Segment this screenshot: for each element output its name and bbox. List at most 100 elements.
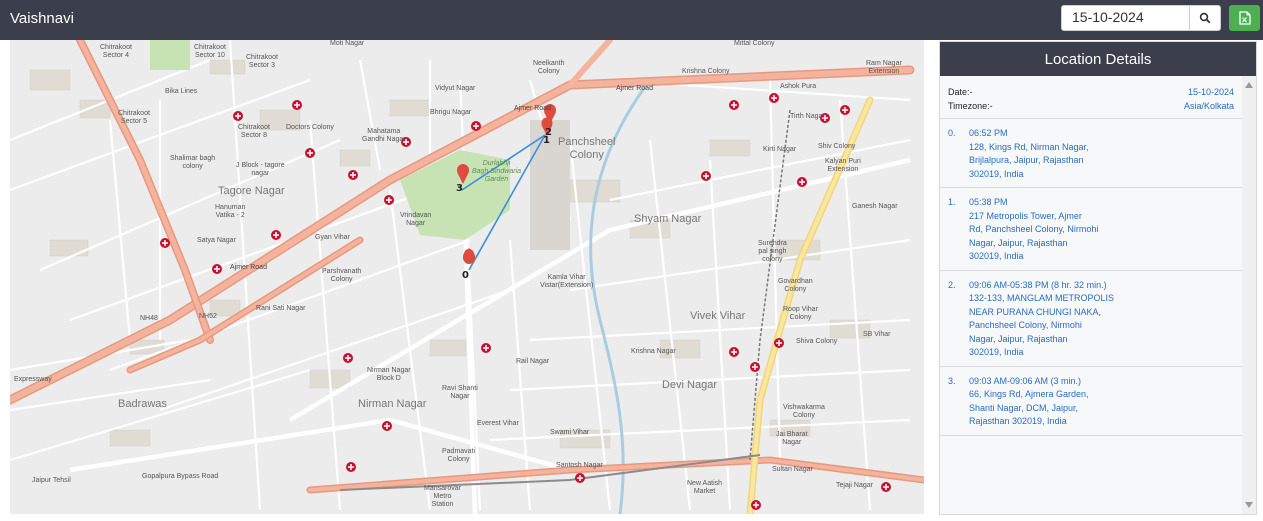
map-label: Kirti Nagar bbox=[763, 146, 797, 153]
search-button[interactable] bbox=[1189, 5, 1221, 31]
map-label: Hanuman Vatika - 2 bbox=[215, 204, 246, 220]
hospital-icon bbox=[305, 148, 315, 158]
map-label: Vidyut Nagar bbox=[435, 85, 476, 92]
map-label: Moti Nagar bbox=[330, 40, 365, 47]
map-label: Rani Sati Nagar bbox=[256, 305, 306, 312]
hospital-icon bbox=[729, 347, 739, 357]
map-label: Chitrakoot Sector 5 bbox=[118, 110, 150, 126]
map-label: Ravi Shanti Nagar bbox=[442, 385, 478, 401]
excel-export-icon bbox=[1238, 11, 1251, 25]
map-label: Shiv Colony bbox=[818, 143, 856, 150]
map-label: Ajmer Road bbox=[616, 85, 653, 92]
map-label: Vrindavan Nagar bbox=[400, 212, 432, 228]
location-entry[interactable]: 0. 06:52 PM 128, Kings Rd, Nirman Nagar,… bbox=[940, 119, 1242, 188]
map-label: Mittal Colony bbox=[734, 40, 775, 47]
hospital-icon bbox=[840, 105, 850, 115]
map-label: Nirman Nagar Block D bbox=[367, 367, 411, 383]
map-label: Bika Lines bbox=[165, 88, 198, 95]
panel-scrollbar[interactable] bbox=[1242, 76, 1256, 514]
hospital-icon bbox=[774, 338, 784, 348]
map-label: New Aatish Market bbox=[687, 480, 723, 496]
map-label: Chitrakoot Sector 4 bbox=[100, 44, 132, 60]
map-label: Sultan Nagar bbox=[772, 466, 813, 473]
map-label: Devi Nagar bbox=[662, 379, 718, 391]
hospital-icon bbox=[471, 121, 481, 131]
entry-number: 2. bbox=[948, 279, 956, 290]
map-label: Ashok Pura bbox=[780, 83, 817, 90]
hospital-icon bbox=[750, 362, 760, 372]
map-label: Vishwakarma Colony bbox=[783, 404, 825, 420]
map-label: Kalyan Puri Extension bbox=[825, 158, 861, 174]
panel-header: Location Details bbox=[940, 42, 1256, 76]
hospital-icon bbox=[160, 238, 170, 248]
scroll-up-icon[interactable] bbox=[1245, 82, 1253, 88]
hospital-icon bbox=[348, 170, 358, 180]
hospital-icon bbox=[384, 195, 394, 205]
entry-address: 66, Kings Rd, Ajmera Garden, Shanti Naga… bbox=[969, 389, 1089, 426]
date-label: Date:- bbox=[948, 87, 973, 97]
location-details-panel: Location Details Date:- 15-10-2024 Timez… bbox=[939, 41, 1257, 515]
map-label: Satya Nagar bbox=[197, 237, 236, 244]
panel-body[interactable]: Date:- 15-10-2024 Timezone:- Asia/Kolkat… bbox=[940, 76, 1242, 514]
marker-label-0: 0 bbox=[462, 270, 469, 281]
hospital-icon bbox=[751, 500, 761, 510]
map-label: Shalimar bagh colony bbox=[170, 155, 216, 171]
map-label: Kamla Vihar Vistar(Extension) bbox=[540, 274, 594, 290]
map-label: J Block - tagore nagar bbox=[236, 162, 285, 178]
map-label: Doctors Colony bbox=[286, 124, 334, 131]
scroll-down-icon[interactable] bbox=[1245, 502, 1253, 508]
map-label: Nirman Nagar bbox=[358, 398, 427, 410]
date-input[interactable]: 15-10-2024 bbox=[1061, 5, 1190, 31]
marker-label-3: 3 bbox=[456, 183, 463, 194]
entry-time: 09:03 AM-09:06 AM (3 min.) bbox=[969, 375, 1082, 386]
map-label: Shyam Nagar bbox=[634, 213, 702, 225]
entry-time: 06:52 PM bbox=[969, 128, 1008, 138]
timezone-label: Timezone:- bbox=[948, 101, 993, 111]
map-label: Krishna Nagar bbox=[631, 348, 676, 355]
map-label: NH52 bbox=[199, 313, 217, 320]
location-entry[interactable]: 1. 05:38 PM 217 Metropolis Tower, Ajmer … bbox=[940, 188, 1242, 271]
panel-meta: Date:- 15-10-2024 Timezone:- Asia/Kolkat… bbox=[940, 76, 1242, 119]
timezone-value: Asia/Kolkata bbox=[1183, 101, 1234, 111]
hospital-icon bbox=[481, 343, 491, 353]
entry-number: 0. bbox=[948, 128, 956, 138]
map-label: Shiva Colony bbox=[796, 338, 838, 345]
map-label: Gyan Vihar bbox=[315, 234, 350, 241]
map-label: Chitrakoot Sector 8 bbox=[238, 124, 270, 140]
map-label: Tirth Nagar bbox=[790, 113, 825, 120]
map-label: Tejaji Nagar bbox=[836, 482, 873, 489]
map-label: Ganesh Nagar bbox=[852, 203, 898, 210]
map-label: Expressway bbox=[14, 376, 52, 383]
map-label: SB Vihar bbox=[863, 331, 891, 338]
map-label: Vivek Vihar bbox=[690, 310, 746, 322]
map-label: Krishna Colony bbox=[682, 68, 730, 75]
marker-label-2: 2 bbox=[545, 127, 552, 138]
location-entry[interactable]: 3. 09:03 AM-09:06 AM (3 min.) 66, Kings … bbox=[940, 367, 1242, 436]
map-label: Padmavati Colony bbox=[442, 448, 476, 464]
hospital-icon bbox=[797, 177, 807, 187]
search-icon bbox=[1199, 12, 1211, 24]
hospital-icon bbox=[292, 100, 302, 110]
excel-export-button[interactable] bbox=[1229, 5, 1260, 31]
hospital-icon bbox=[271, 230, 281, 240]
entry-number: 3. bbox=[948, 375, 956, 386]
map-label: Santosh Nagar bbox=[556, 462, 603, 469]
entry-address: 128, Kings Rd, Nirman Nagar, Brijlalpura… bbox=[969, 141, 1089, 179]
hospital-icon bbox=[701, 171, 711, 181]
map-label: Neelkanth Colony bbox=[533, 60, 565, 76]
hospital-icon bbox=[769, 93, 779, 103]
map-label: Surendra pal singh colony bbox=[758, 240, 787, 264]
map-label: Badrawas bbox=[118, 398, 167, 410]
map-label: Roop Vihar Colony bbox=[783, 306, 818, 322]
location-entry[interactable]: 2. 09:06 AM-05:38 PM (8 hr. 32 min.) 132… bbox=[940, 271, 1242, 367]
map-view[interactable]: 0 1 2 3 Chitrakoot Sector 4 Chitrakoot S… bbox=[10, 40, 924, 514]
entry-time: 05:38 PM bbox=[969, 197, 1008, 207]
map-label: Govardhan Colony bbox=[778, 278, 813, 294]
hospital-icon bbox=[233, 111, 243, 121]
hospital-icon bbox=[346, 462, 356, 472]
map-label: Chitrakoot Sector 3 bbox=[246, 54, 278, 70]
map-label: Chitrakoot Sector 10 bbox=[194, 44, 226, 60]
entry-time: 09:06 AM-05:38 PM (8 hr. 32 min.) bbox=[969, 279, 1107, 290]
map-label: Ajmer Road bbox=[230, 264, 267, 271]
hospital-icon bbox=[212, 264, 222, 274]
